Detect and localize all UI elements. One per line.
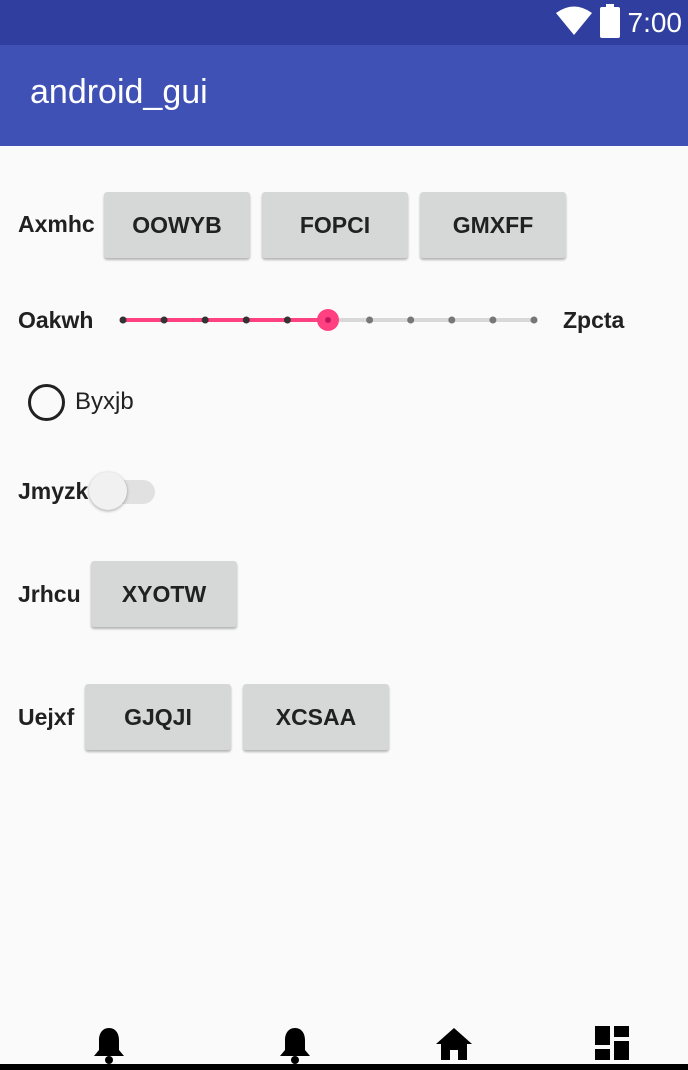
- status-bar: 7:00: [0, 0, 688, 45]
- slider-tick: [119, 316, 127, 324]
- fopci-button[interactable]: FOPCI: [262, 192, 408, 258]
- bell-icon[interactable]: [279, 1026, 311, 1068]
- bottom-edge: [0, 1064, 688, 1070]
- battery-icon: [599, 3, 620, 42]
- slider-tick: [283, 316, 291, 324]
- slider-tick: [201, 316, 209, 324]
- slider-tick: [407, 316, 415, 324]
- bell-icon[interactable]: [93, 1026, 125, 1068]
- switch-label: Jmyzk: [18, 478, 89, 504]
- status-time: 7:00: [627, 6, 683, 38]
- slider-end-label: Zpcta: [563, 307, 625, 333]
- app-title: android_gui: [30, 73, 208, 111]
- slider-tick: [530, 316, 538, 324]
- home-icon[interactable]: [435, 1026, 473, 1066]
- radio-label: Byxjb: [75, 388, 134, 415]
- switch-thumb[interactable]: [89, 472, 127, 510]
- dashboard-icon[interactable]: [595, 1026, 629, 1064]
- gmxff-button[interactable]: GMXFF: [420, 192, 566, 258]
- row-label-axmhc: Axmhc: [18, 211, 95, 237]
- bottom-nav: [0, 1018, 688, 1064]
- slider-tick: [160, 316, 168, 324]
- gjqji-button[interactable]: GJQJI: [85, 684, 231, 750]
- wifi-icon: [555, 6, 592, 40]
- slider-tick: [242, 316, 250, 324]
- radio-button[interactable]: [28, 383, 65, 421]
- discrete-slider[interactable]: [112, 300, 546, 340]
- jmyzk-switch[interactable]: [89, 472, 157, 510]
- app-bar: android_gui: [0, 45, 688, 146]
- xyotw-button[interactable]: XYOTW: [91, 561, 237, 627]
- slider-tick: [448, 316, 456, 324]
- row-label-uejxf: Uejxf: [18, 704, 75, 730]
- slider-tick: [489, 316, 497, 324]
- slider-start-label: Oakwh: [18, 307, 94, 333]
- radio-byxjb[interactable]: Byxjb: [28, 382, 134, 422]
- oowyb-button[interactable]: OOWYB: [104, 192, 250, 258]
- row-label-jrhcu: Jrhcu: [18, 581, 81, 607]
- status-icons: 7:00: [555, 0, 683, 45]
- xcsaa-button[interactable]: XCSAA: [243, 684, 389, 750]
- slider-tick: [366, 316, 374, 324]
